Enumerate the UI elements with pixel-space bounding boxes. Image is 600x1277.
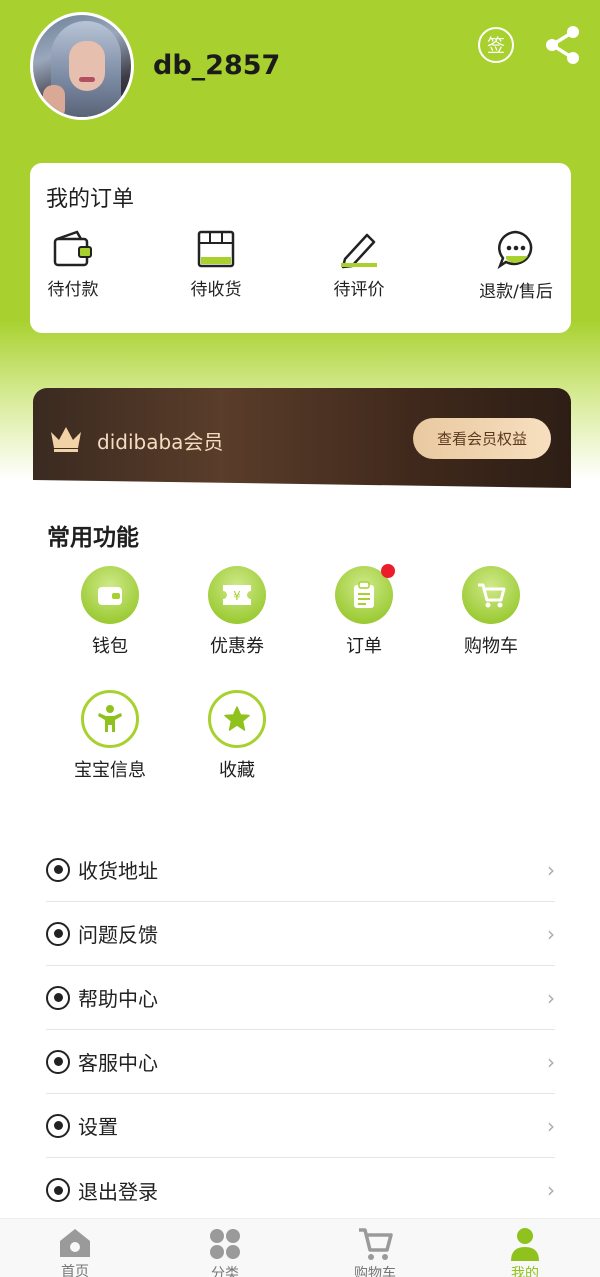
grid-icon — [210, 1229, 240, 1259]
nav-cart-label: 购物车 — [354, 1266, 396, 1277]
order-refund-aftersale[interactable]: 退款/售后 — [461, 229, 571, 302]
nav-category-label: 分类 — [211, 1266, 239, 1277]
chevron-right-icon: › — [547, 1113, 555, 1138]
order-pending-review-label: 待评价 — [333, 280, 385, 300]
my-orders-card: 我的订单 待付款 待收货 待评价 退款/售后 — [30, 163, 571, 333]
order-pending-review[interactable]: 待评价 — [304, 229, 414, 300]
function-favorites[interactable]: 收藏 — [182, 690, 292, 782]
nav-mine-label: 我的 — [511, 1266, 539, 1277]
clipboard-icon — [354, 581, 374, 608]
function-wallet[interactable]: 钱包 — [55, 566, 165, 658]
vip-banner[interactable]: didibaba会员 查看会员权益 — [33, 388, 571, 488]
radio-dot-icon — [46, 1113, 70, 1138]
order-badge-dot — [381, 564, 395, 578]
vip-functions-card: didibaba会员 查看会员权益 常用功能 钱包 ¥ 优惠券 订单 购物车 宝… — [33, 388, 571, 802]
orders-title: 我的订单 — [46, 187, 135, 212]
radio-dot-icon — [46, 1049, 70, 1074]
menu-item-label: 设置 — [78, 1115, 118, 1139]
function-baby-info[interactable]: 宝宝信息 — [55, 690, 165, 782]
cart-icon — [359, 1228, 393, 1260]
user-icon — [511, 1228, 539, 1261]
view-vip-benefits-button[interactable]: 查看会员权益 — [413, 418, 551, 459]
coupon-icon: ¥ — [223, 585, 251, 605]
menu-item-customer-service[interactable]: 客服中心 › — [46, 1030, 555, 1094]
nav-category[interactable]: 分类 — [170, 1227, 280, 1277]
order-pending-payment[interactable]: 待付款 — [18, 229, 128, 300]
menu-item-label: 收货地址 — [78, 859, 158, 883]
crown-icon — [51, 427, 81, 452]
radio-dot-icon — [46, 857, 70, 882]
radio-dot-icon — [46, 1178, 70, 1202]
pencil-icon — [341, 233, 377, 269]
menu-item-shipping-address[interactable]: 收货地址 › — [46, 838, 555, 902]
box-icon — [197, 230, 235, 268]
settings-menu-card: 收货地址 › 问题反馈 › 帮助中心 › 客服中心 › 设置 › 退出登录 › — [30, 826, 571, 1218]
function-cart-label: 购物车 — [464, 636, 518, 657]
function-orders-label: 订单 — [346, 636, 382, 657]
function-baby-info-label: 宝宝信息 — [74, 760, 146, 781]
wallet-icon — [98, 587, 122, 605]
user-avatar[interactable] — [30, 12, 134, 120]
bottom-nav-bar: 首页 分类 购物车 我的 — [0, 1218, 600, 1277]
menu-item-label: 退出登录 — [78, 1179, 158, 1204]
menu-item-label: 客服中心 — [78, 1051, 158, 1075]
chevron-right-icon: › — [547, 857, 555, 882]
chevron-right-icon: › — [547, 921, 555, 946]
menu-item-help-center[interactable]: 帮助中心 › — [46, 966, 555, 1030]
function-coupons-label: 优惠券 — [210, 636, 264, 657]
baby-icon — [98, 705, 122, 732]
order-refund-aftersale-label: 退款/售后 — [479, 282, 553, 302]
chevron-right-icon: › — [547, 1178, 555, 1202]
function-coupons[interactable]: ¥ 优惠券 — [182, 566, 292, 658]
menu-item-label: 问题反馈 — [78, 923, 158, 947]
home-icon — [60, 1229, 90, 1257]
nav-mine[interactable]: 我的 — [470, 1227, 580, 1277]
order-pending-receipt[interactable]: 待收货 — [161, 229, 271, 300]
function-wallet-label: 钱包 — [92, 636, 128, 657]
username: db_2857 — [153, 50, 281, 81]
radio-dot-icon — [46, 921, 70, 946]
menu-item-label: 帮助中心 — [78, 987, 158, 1011]
wallet-icon — [53, 230, 92, 267]
star-icon — [224, 706, 250, 731]
share-icon[interactable] — [544, 24, 582, 66]
radio-dot-icon — [46, 985, 70, 1010]
function-orders[interactable]: 订单 — [309, 564, 419, 658]
function-favorites-label: 收藏 — [219, 760, 255, 781]
order-pending-receipt-label: 待收货 — [190, 280, 242, 300]
function-cart[interactable]: 购物车 — [436, 566, 546, 658]
order-pending-payment-label: 待付款 — [47, 280, 99, 300]
menu-item-settings[interactable]: 设置 › — [46, 1094, 555, 1158]
menu-item-logout[interactable]: 退出登录 › — [46, 1158, 555, 1222]
cart-icon — [478, 583, 506, 608]
chevron-right-icon: › — [547, 1049, 555, 1074]
sign-in-icon[interactable]: 签 — [478, 27, 514, 63]
vip-name: didibaba会员 — [97, 430, 224, 454]
chevron-right-icon: › — [547, 985, 555, 1010]
menu-item-feedback[interactable]: 问题反馈 › — [46, 902, 555, 966]
svg-text:¥: ¥ — [233, 589, 241, 603]
nav-home[interactable]: 首页 — [20, 1227, 130, 1277]
chat-icon — [497, 230, 533, 269]
nav-cart[interactable]: 购物车 — [320, 1227, 430, 1277]
common-functions-title: 常用功能 — [47, 525, 139, 551]
nav-home-label: 首页 — [61, 1264, 89, 1277]
